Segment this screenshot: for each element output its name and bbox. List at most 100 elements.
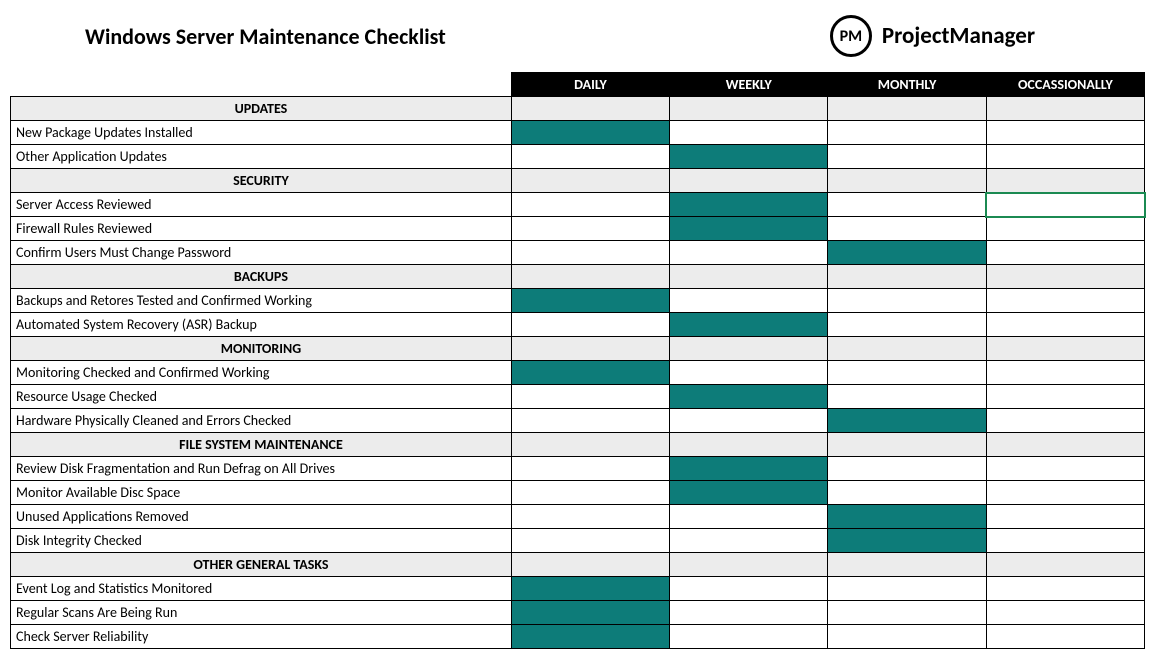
frequency-cell[interactable] xyxy=(511,193,669,217)
frequency-cell[interactable] xyxy=(670,601,828,625)
frequency-cell[interactable] xyxy=(986,601,1144,625)
frequency-cell[interactable] xyxy=(511,481,669,505)
section-spacer-cell xyxy=(986,433,1144,457)
frequency-cell[interactable] xyxy=(670,313,828,337)
frequency-cell[interactable] xyxy=(828,361,986,385)
table-row: Automated System Recovery (ASR) Backup xyxy=(11,313,1145,337)
frequency-cell[interactable] xyxy=(670,361,828,385)
frequency-cell[interactable] xyxy=(986,481,1144,505)
frequency-cell[interactable] xyxy=(828,409,986,433)
frequency-cell[interactable] xyxy=(986,409,1144,433)
frequency-cell[interactable] xyxy=(986,145,1144,169)
section-spacer-cell xyxy=(828,169,986,193)
frequency-cell[interactable] xyxy=(828,385,986,409)
frequency-cell[interactable] xyxy=(828,313,986,337)
section-spacer-cell xyxy=(670,433,828,457)
frequency-cell[interactable] xyxy=(511,577,669,601)
frequency-cell[interactable] xyxy=(828,625,986,649)
frequency-cell[interactable] xyxy=(986,505,1144,529)
column-header-row: DAILY WEEKLY MONTHLY OCCASSIONALLY xyxy=(11,73,1145,97)
frequency-cell[interactable] xyxy=(828,145,986,169)
frequency-cell[interactable] xyxy=(986,217,1144,241)
task-label: Check Server Reliability xyxy=(11,625,512,649)
table-row: Event Log and Statistics Monitored xyxy=(11,577,1145,601)
section-spacer-cell xyxy=(828,433,986,457)
frequency-cell[interactable] xyxy=(511,601,669,625)
frequency-cell[interactable] xyxy=(828,193,986,217)
frequency-cell[interactable] xyxy=(986,241,1144,265)
frequency-cell[interactable] xyxy=(986,625,1144,649)
frequency-cell[interactable] xyxy=(828,529,986,553)
section-spacer-cell xyxy=(986,337,1144,361)
section-spacer-cell xyxy=(670,169,828,193)
section-header: UPDATES xyxy=(11,97,512,121)
frequency-cell[interactable] xyxy=(670,577,828,601)
frequency-cell[interactable] xyxy=(986,529,1144,553)
task-label: Firewall Rules Reviewed xyxy=(11,217,512,241)
table-row: Server Access Reviewed xyxy=(11,193,1145,217)
frequency-cell[interactable] xyxy=(986,361,1144,385)
frequency-cell[interactable] xyxy=(511,457,669,481)
frequency-cell[interactable] xyxy=(511,145,669,169)
frequency-cell[interactable] xyxy=(828,241,986,265)
frequency-cell[interactable] xyxy=(986,457,1144,481)
checklist-table: DAILY WEEKLY MONTHLY OCCASSIONALLY UPDAT… xyxy=(10,72,1145,649)
frequency-cell[interactable] xyxy=(670,481,828,505)
frequency-cell[interactable] xyxy=(828,505,986,529)
frequency-cell[interactable] xyxy=(670,241,828,265)
frequency-cell[interactable] xyxy=(986,289,1144,313)
frequency-cell[interactable] xyxy=(511,217,669,241)
section-spacer-cell xyxy=(986,97,1144,121)
table-row: Unused Applications Removed xyxy=(11,505,1145,529)
frequency-cell[interactable] xyxy=(670,145,828,169)
frequency-cell[interactable] xyxy=(511,361,669,385)
frequency-cell[interactable] xyxy=(511,241,669,265)
frequency-cell[interactable] xyxy=(670,385,828,409)
frequency-cell[interactable] xyxy=(670,193,828,217)
frequency-cell[interactable] xyxy=(828,601,986,625)
frequency-cell[interactable] xyxy=(828,289,986,313)
frequency-cell[interactable] xyxy=(670,529,828,553)
section-spacer-cell xyxy=(670,97,828,121)
frequency-cell[interactable] xyxy=(511,505,669,529)
task-label: Review Disk Fragmentation and Run Defrag… xyxy=(11,457,512,481)
frequency-cell[interactable] xyxy=(511,625,669,649)
task-label: Backups and Retores Tested and Confirmed… xyxy=(11,289,512,313)
section-spacer-cell xyxy=(511,553,669,577)
frequency-cell[interactable] xyxy=(986,121,1144,145)
frequency-cell[interactable] xyxy=(986,385,1144,409)
frequency-cell[interactable] xyxy=(670,217,828,241)
table-row: Firewall Rules Reviewed xyxy=(11,217,1145,241)
task-label: Hardware Physically Cleaned and Errors C… xyxy=(11,409,512,433)
header: Windows Server Maintenance Checklist PM … xyxy=(10,10,1145,72)
brand-badge-icon: PM xyxy=(830,15,872,57)
frequency-cell[interactable] xyxy=(986,577,1144,601)
table-row: Other Application Updates xyxy=(11,145,1145,169)
frequency-cell[interactable] xyxy=(670,121,828,145)
frequency-cell[interactable] xyxy=(670,625,828,649)
frequency-cell[interactable] xyxy=(511,409,669,433)
frequency-cell[interactable] xyxy=(511,121,669,145)
frequency-cell[interactable] xyxy=(986,193,1144,217)
frequency-cell[interactable] xyxy=(828,457,986,481)
table-row: Hardware Physically Cleaned and Errors C… xyxy=(11,409,1145,433)
frequency-cell[interactable] xyxy=(511,313,669,337)
task-label: Automated System Recovery (ASR) Backup xyxy=(11,313,512,337)
frequency-cell[interactable] xyxy=(670,289,828,313)
frequency-cell[interactable] xyxy=(986,313,1144,337)
section-row: SECURITY xyxy=(11,169,1145,193)
frequency-cell[interactable] xyxy=(511,385,669,409)
table-row: Monitoring Checked and Confirmed Working xyxy=(11,361,1145,385)
frequency-cell[interactable] xyxy=(670,409,828,433)
frequency-cell[interactable] xyxy=(828,481,986,505)
col-head-weekly: WEEKLY xyxy=(670,73,828,97)
section-spacer-cell xyxy=(670,265,828,289)
frequency-cell[interactable] xyxy=(828,217,986,241)
frequency-cell[interactable] xyxy=(828,577,986,601)
frequency-cell[interactable] xyxy=(670,505,828,529)
frequency-cell[interactable] xyxy=(670,457,828,481)
frequency-cell[interactable] xyxy=(828,121,986,145)
section-spacer-cell xyxy=(828,265,986,289)
frequency-cell[interactable] xyxy=(511,289,669,313)
frequency-cell[interactable] xyxy=(511,529,669,553)
